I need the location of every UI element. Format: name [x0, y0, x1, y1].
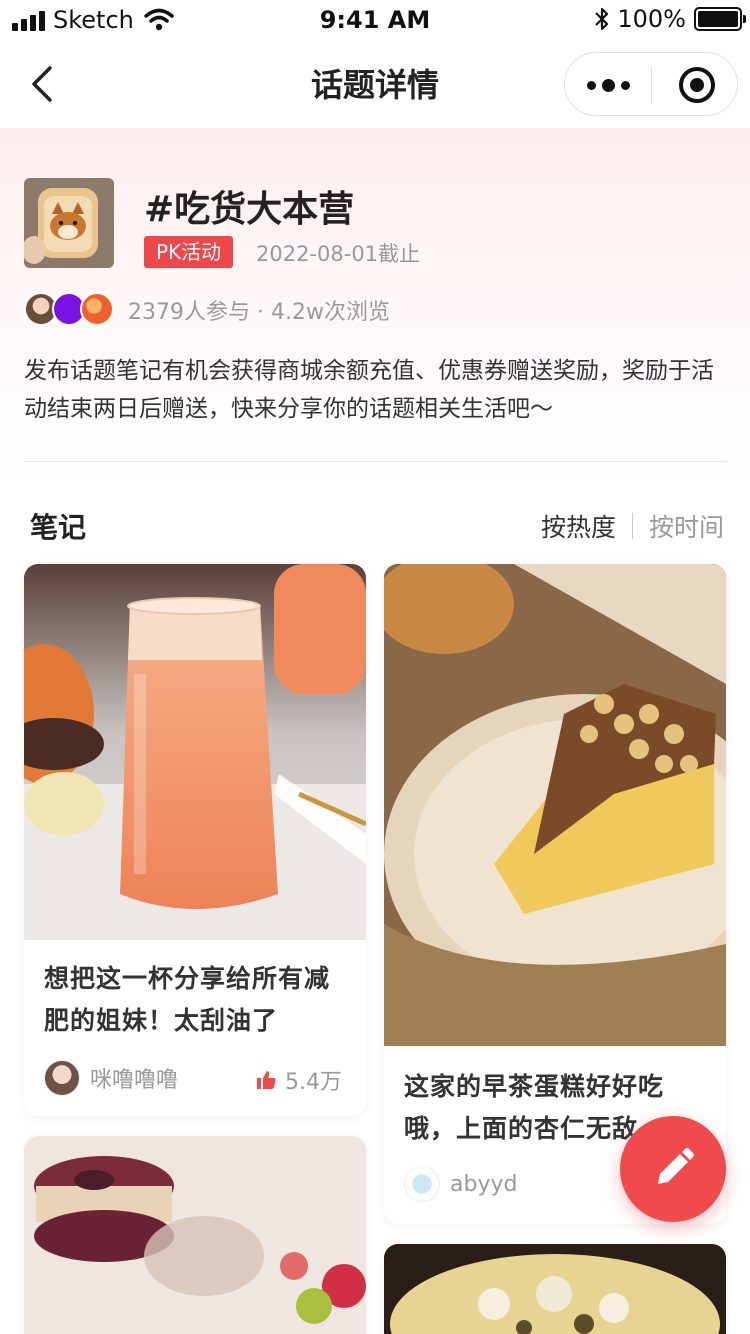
topic-description: 发布话题笔记有机会获得商城余额充值、优惠券赠送奖励，奖励于活动结束两日后赠送，快…	[24, 358, 714, 422]
avatar	[80, 292, 114, 326]
note-author[interactable]: abyyd	[404, 1166, 517, 1202]
note-author[interactable]: 咪噜噜噜	[44, 1060, 178, 1096]
sort-options: 按热度 按时间	[541, 508, 724, 544]
note-image	[24, 1136, 366, 1334]
battery-percent: 100%	[617, 5, 686, 33]
status-right: 100%	[593, 5, 746, 33]
note-card[interactable]	[384, 1244, 726, 1334]
like-button[interactable]: 5.4万	[255, 1064, 342, 1096]
topic-thumbnail	[24, 178, 114, 268]
participant-avatars[interactable]	[24, 292, 116, 326]
topic-stats: 2379人参与 · 4.2w次浏览	[128, 300, 390, 325]
target-icon[interactable]	[679, 67, 715, 103]
avatar	[404, 1166, 440, 1202]
note-card[interactable]: 想把这一杯分享给所有减肥的姐妹！太刮油了 咪噜噜噜 5.4万	[24, 564, 366, 1116]
topic-deadline: 2022-08-01截止	[256, 242, 421, 266]
sort-by-hot-tab[interactable]: 按热度	[541, 508, 616, 544]
mini-program-capsule	[564, 52, 738, 116]
more-icon[interactable]	[565, 53, 651, 117]
like-count: 5.4万	[285, 1070, 342, 1095]
status-bar: Sketch 9:41 AM 100%	[0, 0, 750, 40]
create-note-button[interactable]	[620, 1116, 726, 1222]
sort-by-time-tab[interactable]: 按时间	[649, 508, 724, 544]
note-image	[384, 1244, 726, 1334]
note-card[interactable]	[24, 1136, 366, 1334]
pk-badge: PK活动	[144, 236, 234, 268]
author-name: 咪噜噜噜	[90, 1068, 179, 1093]
nav-bar: 话题详情	[0, 40, 750, 128]
sort-separator	[631, 513, 633, 539]
capsule-divider	[651, 67, 652, 103]
bluetooth-icon	[595, 7, 609, 31]
note-title: 想把这一杯分享给所有减肥的姐妹！太刮油了	[44, 964, 331, 1035]
topic-title: #吃货大本营	[144, 189, 355, 230]
notes-section-title: 笔记	[30, 511, 87, 544]
note-image	[24, 564, 366, 940]
divider	[24, 461, 726, 462]
author-name: abyyd	[450, 1171, 518, 1197]
note-image	[384, 564, 726, 1046]
like-icon	[257, 1071, 276, 1089]
avatar	[44, 1060, 80, 1096]
battery-icon	[694, 7, 746, 31]
edit-icon	[658, 1148, 694, 1184]
